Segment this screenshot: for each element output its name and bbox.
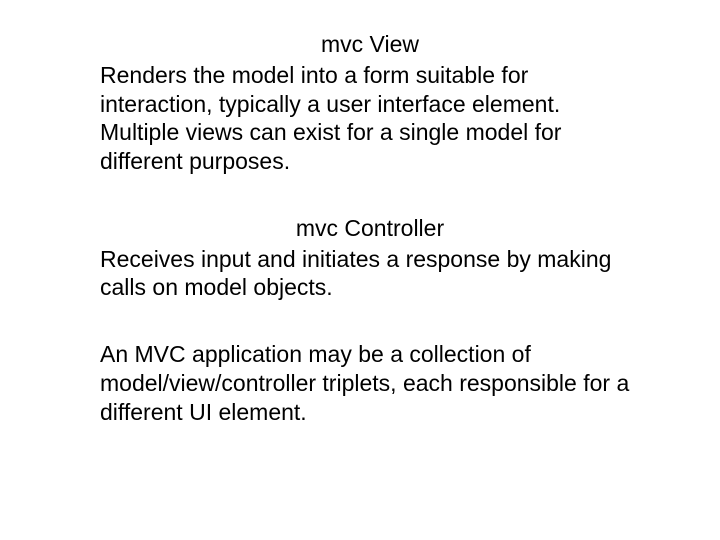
section-mvc-controller: mvc Controller Receives input and initia… xyxy=(100,214,640,302)
body-mvc-summary: An MVC application may be a collection o… xyxy=(100,340,640,426)
body-mvc-controller: Receives input and initiates a response … xyxy=(100,245,640,303)
heading-mvc-view: mvc View xyxy=(100,30,640,59)
section-mvc-view: mvc View Renders the model into a form s… xyxy=(100,30,640,176)
section-mvc-summary: An MVC application may be a collection o… xyxy=(100,340,640,426)
heading-mvc-controller: mvc Controller xyxy=(100,214,640,243)
body-mvc-view: Renders the model into a form suitable f… xyxy=(100,61,640,176)
